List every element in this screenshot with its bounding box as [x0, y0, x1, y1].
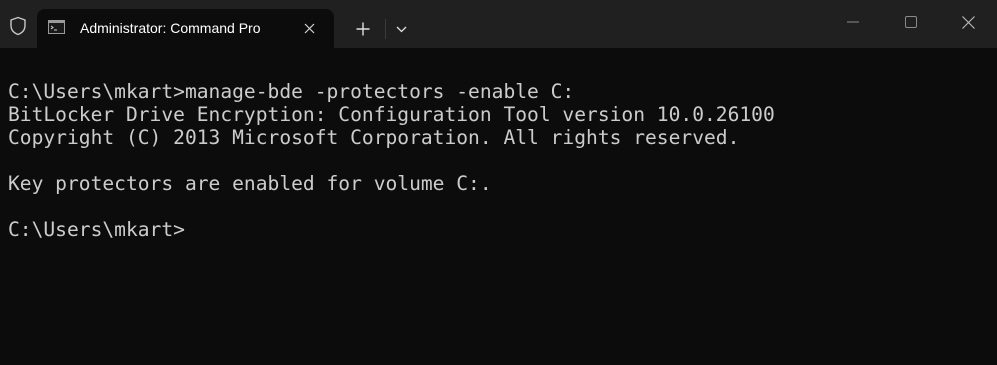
shield-icon — [6, 14, 30, 38]
plus-icon — [356, 22, 370, 36]
terminal-prompt-line: C:\Users\mkart> — [8, 218, 185, 241]
close-icon[interactable] — [299, 18, 319, 38]
chevron-down-icon — [396, 26, 406, 32]
new-tab-button[interactable] — [350, 16, 376, 42]
tab-command-prompt[interactable]: Administrator: Command Pro — [37, 9, 334, 48]
terminal-output-area[interactable]: C:\Users\mkart>manage-bde -protectors -e… — [0, 48, 997, 365]
terminal-line: Key protectors are enabled for volume C:… — [8, 172, 492, 195]
close-icon — [961, 15, 975, 29]
minimize-button[interactable] — [824, 0, 882, 44]
maximize-button[interactable] — [882, 0, 940, 44]
terminal-line: BitLocker Drive Encryption: Configuratio… — [8, 103, 775, 126]
minimize-icon — [847, 21, 859, 23]
terminal-line: Copyright (C) 2013 Microsoft Corporation… — [8, 126, 740, 149]
terminal-icon — [48, 20, 65, 34]
tab-title: Administrator: Command Pro — [80, 20, 261, 36]
close-window-button[interactable] — [939, 0, 997, 44]
terminal-line: C:\Users\mkart>manage-bde -protectors -e… — [8, 80, 575, 103]
terminal-window: Administrator: Command Pro C:\Users\mkar… — [0, 0, 997, 365]
terminal-output: C:\Users\mkart>manage-bde -protectors -e… — [8, 80, 775, 241]
maximize-icon — [905, 16, 917, 28]
tab-separator — [385, 19, 386, 39]
title-bar: Administrator: Command Pro — [0, 0, 997, 48]
tab-dropdown-button[interactable] — [388, 16, 414, 42]
